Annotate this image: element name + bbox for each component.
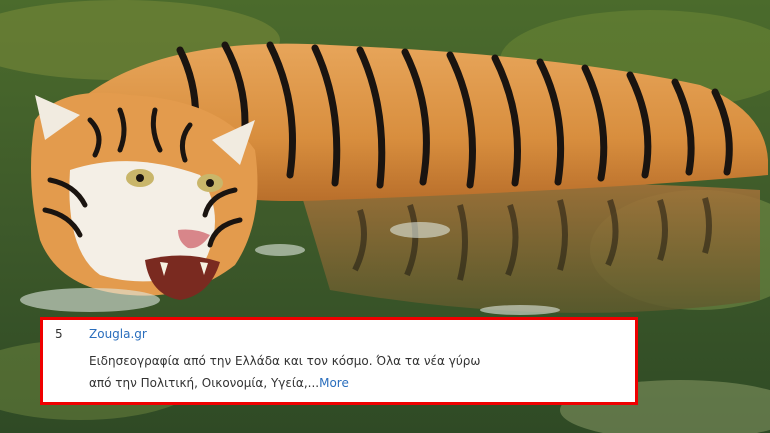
- snippet-line-1: Ειδησεογραφία από την Ελλάδα και τον κόσ…: [89, 354, 481, 368]
- result-rank: 5: [55, 327, 63, 341]
- snippet-line-2: από την Πολιτική, Οικονομία, Υγεία,...Mo…: [89, 372, 619, 394]
- snippet-line-2-text: από την Πολιτική, Οικονομία, Υγεία,...: [89, 376, 320, 390]
- more-link[interactable]: More: [319, 376, 349, 390]
- result-snippet: Ειδησεογραφία από την Ελλάδα και τον κόσ…: [89, 350, 619, 394]
- search-result-card[interactable]: 5 Zougla.gr Ειδησεογραφία από την Ελλάδα…: [40, 317, 638, 405]
- site-link[interactable]: Zougla.gr: [89, 327, 147, 341]
